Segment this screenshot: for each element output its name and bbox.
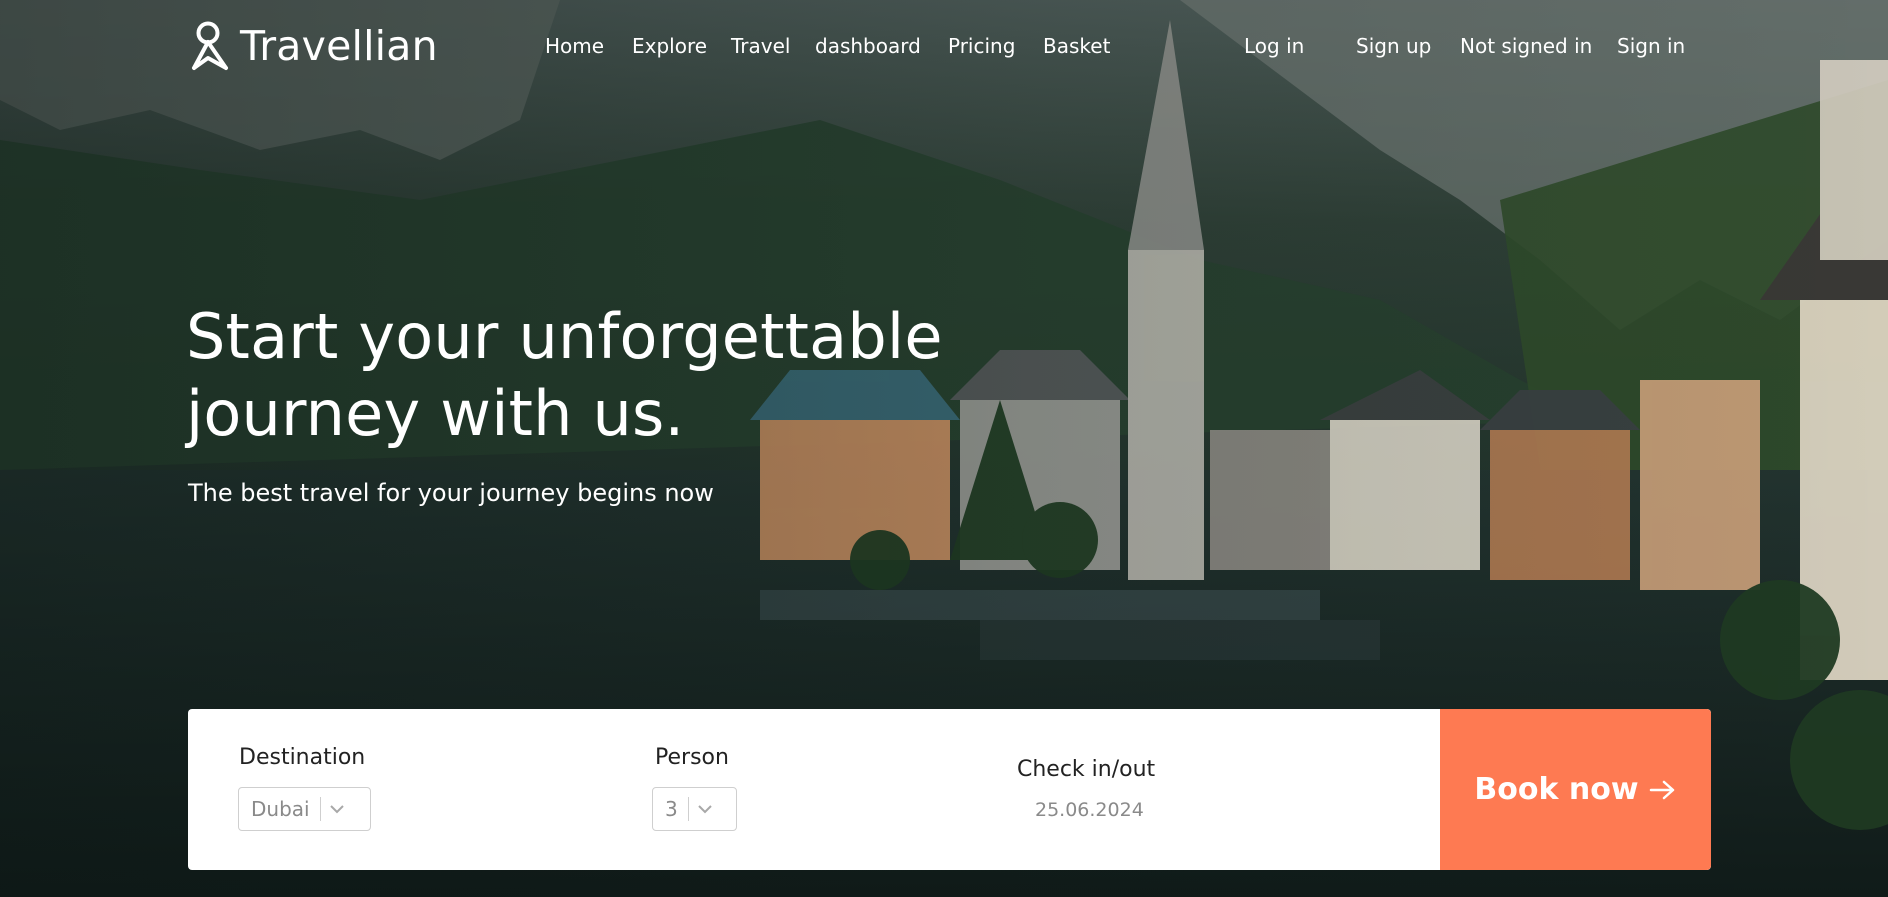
hero-subheading: The best travel for your journey begins … — [188, 479, 714, 507]
booking-panel: Destination Dubai Person 3 Check in/out … — [188, 709, 1711, 870]
destination-label: Destination — [239, 745, 366, 770]
nav-explore-link[interactable]: Explore — [632, 34, 707, 58]
nav-pricing-link[interactable]: Pricing — [948, 34, 1015, 58]
person-label: Person — [655, 745, 729, 770]
hero-headline: Start your unforgettable journey with us… — [186, 298, 1006, 452]
hero-headline-line2: journey with us. — [186, 377, 685, 450]
nav-home-link[interactable]: Home — [545, 34, 604, 58]
sign-up-link[interactable]: Sign up — [1356, 34, 1431, 58]
brand-logo[interactable]: Travellian — [188, 20, 438, 72]
auth-status-text: Not signed in — [1460, 34, 1593, 58]
person-pin-icon — [188, 20, 232, 72]
destination-value: Dubai — [251, 797, 310, 821]
check-in-out-date[interactable]: 25.06.2024 — [1035, 799, 1144, 821]
select-divider — [319, 797, 321, 821]
destination-select[interactable]: Dubai — [238, 787, 371, 831]
chevron-down-icon — [329, 804, 345, 814]
person-value: 3 — [665, 797, 678, 821]
book-now-button[interactable]: Book now — [1440, 709, 1711, 870]
nav-dashboard-link[interactable]: dashboard — [815, 34, 921, 58]
nav-basket-link[interactable]: Basket — [1043, 34, 1110, 58]
sign-in-link[interactable]: Sign in — [1617, 34, 1685, 58]
nav-travel-link[interactable]: Travel — [731, 34, 790, 58]
hero-section: Travellian Home Explore Travel dashboard… — [0, 0, 1888, 897]
person-select[interactable]: 3 — [652, 787, 737, 831]
book-now-label: Book now — [1474, 772, 1639, 807]
hero-headline-line1: Start your unforgettable — [186, 300, 943, 373]
check-in-out-label: Check in/out — [1017, 757, 1156, 782]
chevron-down-icon — [697, 804, 713, 814]
brand-name: Travellian — [240, 22, 438, 70]
select-divider — [687, 797, 689, 821]
log-in-link[interactable]: Log in — [1244, 34, 1304, 58]
arrow-right-icon — [1649, 779, 1677, 801]
